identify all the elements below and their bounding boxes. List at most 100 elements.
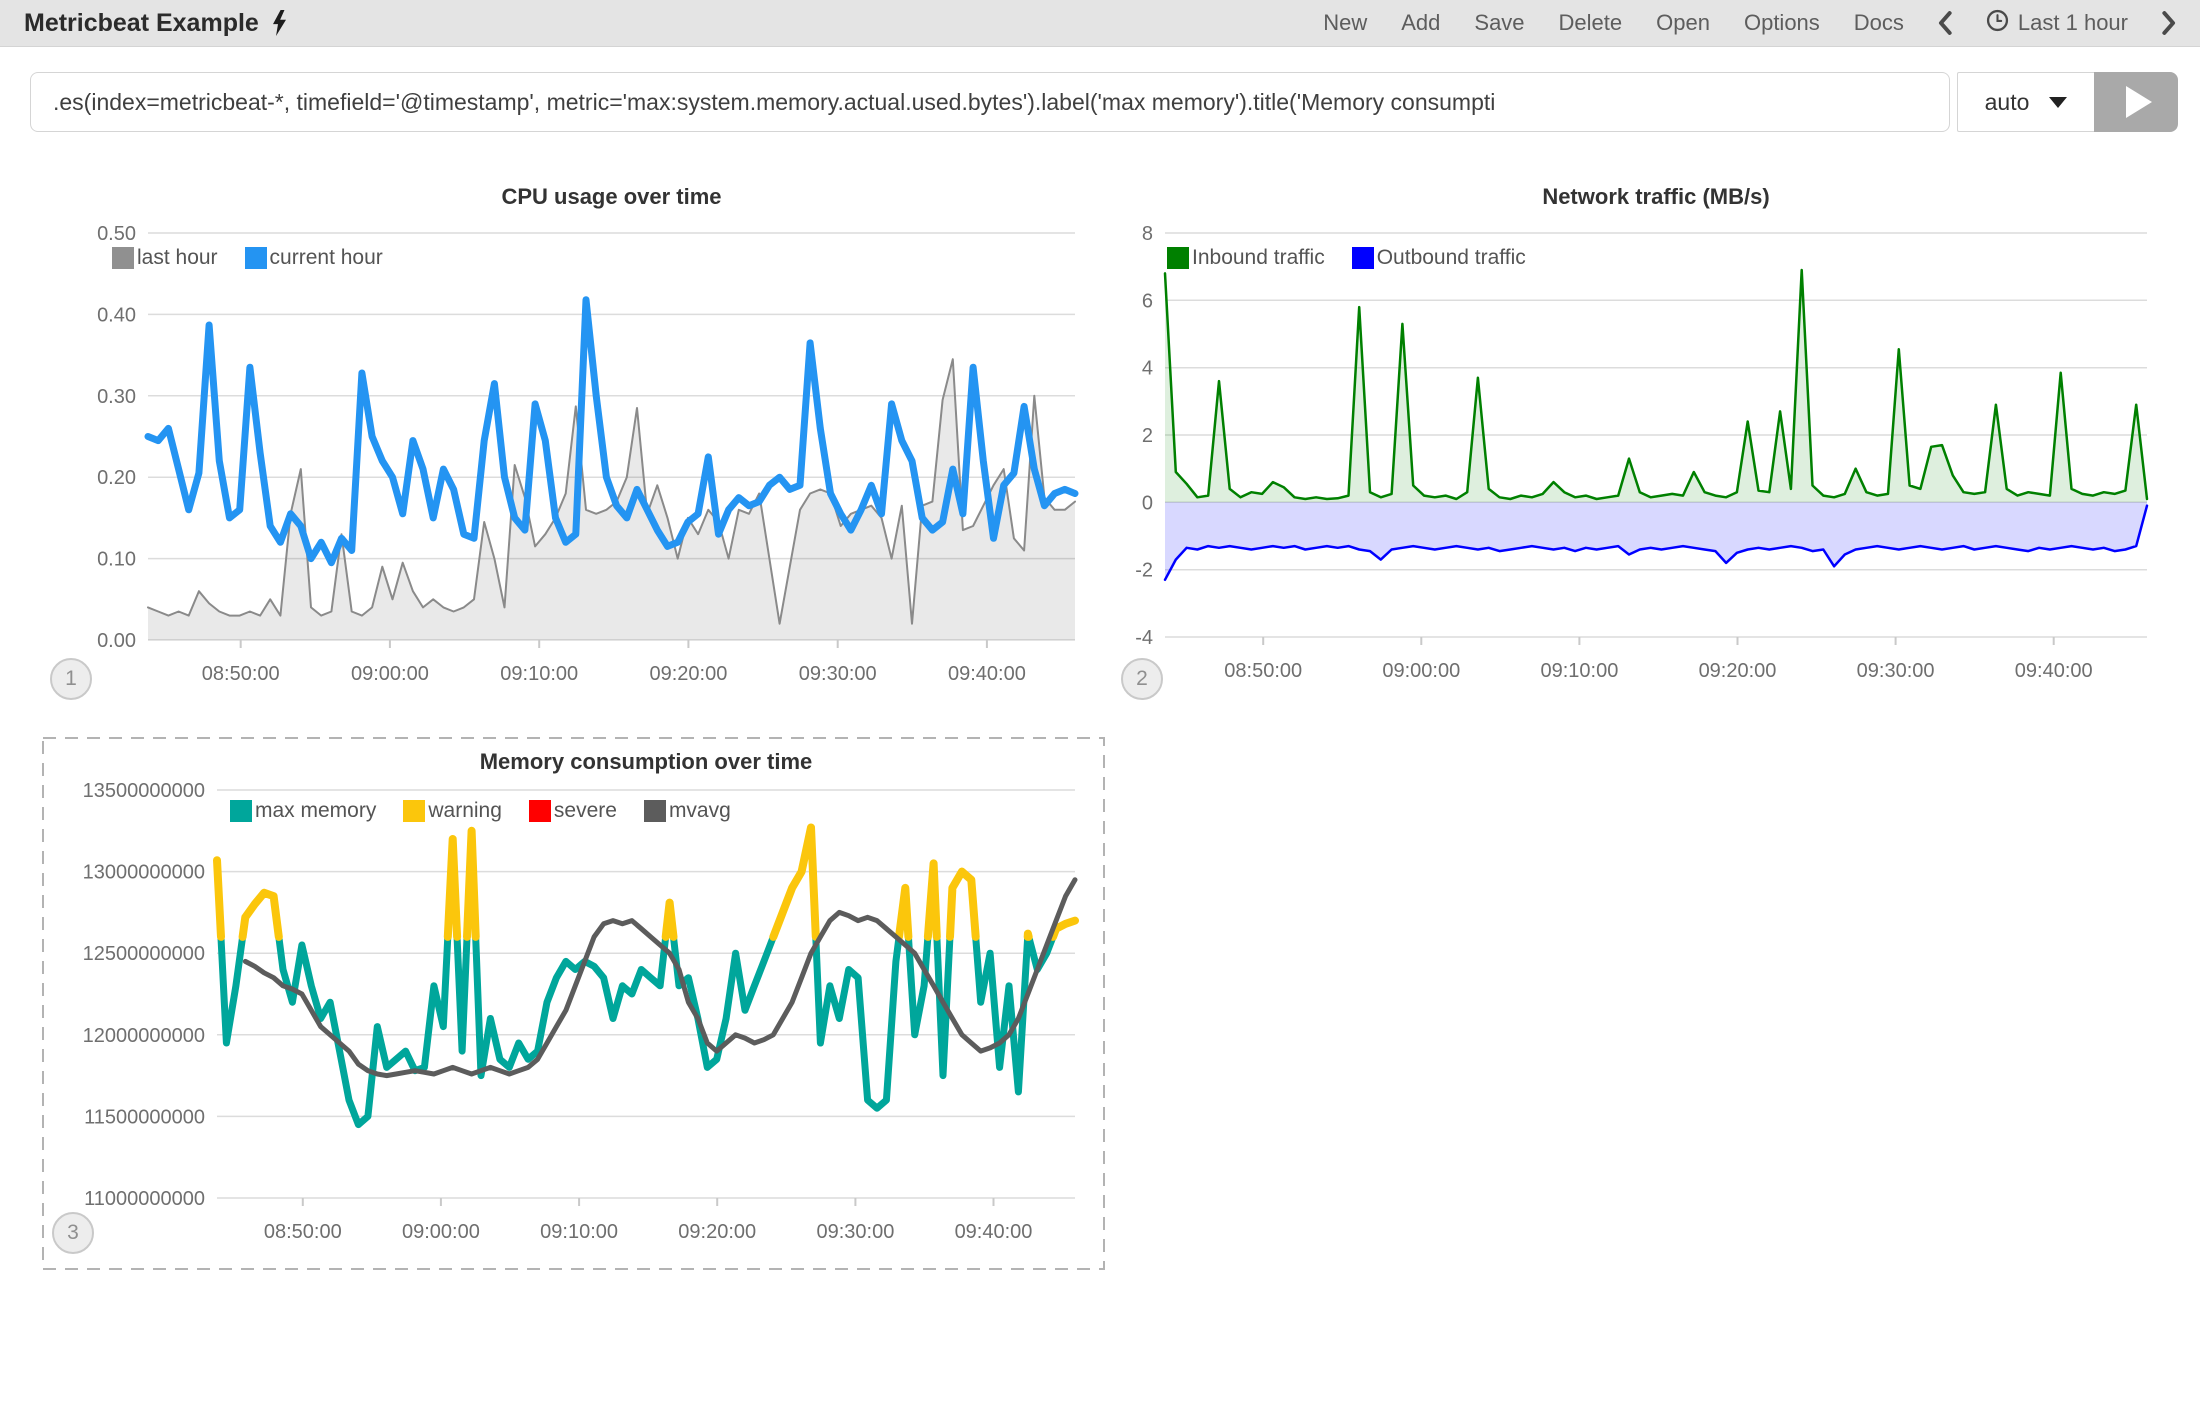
y-tick-label: 11000000000 — [84, 1188, 205, 1210]
time-picker[interactable]: Last 1 hour — [1986, 9, 2128, 38]
area-outbound-traffic — [1165, 502, 2147, 580]
x-tick-label: 09:10:00 — [500, 663, 578, 685]
timelion-expression-input[interactable] — [30, 72, 1950, 132]
chart-title: Network traffic (MB/s) — [1165, 184, 2147, 210]
legend-item-mvavg: mvavg — [644, 799, 731, 823]
legend-swatch — [245, 247, 267, 269]
chevron-down-icon — [2049, 97, 2067, 108]
y-tick-label: -4 — [1135, 627, 1153, 649]
menu-docs[interactable]: Docs — [1854, 10, 1904, 36]
network-chart-panel[interactable]: -4 -2 0 2 4 6 8 08:50:00 09:00:00 09:10:00 09:20:0… — [1115, 166, 2197, 711]
chart-legend: Inbound traffic Outbound traffic — [1167, 246, 1526, 270]
x-tick-label: 09:00:00 — [351, 663, 429, 685]
x-tick-label: 09:20:00 — [678, 1221, 756, 1243]
x-tick-label: 09:20:00 — [1699, 660, 1777, 682]
menu-open[interactable]: Open — [1656, 10, 1710, 36]
legend-item-max-memory: max memory — [230, 799, 376, 823]
cpu-chart-panel[interactable]: 0.00 0.10 0.20 0.30 0.40 0.50 08:50:00 09:00:00… — [30, 166, 1080, 711]
chart-legend: last hour current hour — [112, 246, 383, 270]
x-tick-label: 09:00:00 — [1382, 660, 1460, 682]
x-tick-label: 08:50:00 — [1224, 660, 1302, 682]
x-tick-label: 09:30:00 — [816, 1221, 894, 1243]
x-tick-label: 09:10:00 — [540, 1221, 618, 1243]
y-tick-label: 4 — [1142, 358, 1153, 380]
interval-select[interactable]: auto — [1957, 72, 2094, 132]
menu-options[interactable]: Options — [1744, 10, 1820, 36]
y-tick-label: 0 — [1142, 492, 1153, 514]
lightning-bolt-icon — [271, 10, 288, 36]
y-tick-label: 6 — [1142, 290, 1153, 312]
legend-item-severe: severe — [529, 799, 617, 823]
y-tick-label: 0.00 — [97, 630, 136, 652]
legend-item-current-hour: current hour — [245, 246, 383, 270]
y-tick-label: 13000000000 — [83, 862, 205, 884]
overlay-warning — [217, 828, 1075, 937]
legend-item-inbound-traffic: Inbound traffic — [1167, 246, 1325, 270]
legend-label: max memory — [255, 799, 376, 823]
legend-swatch — [403, 800, 425, 822]
y-tick-label: 0.40 — [97, 304, 136, 326]
legend-label: Inbound traffic — [1192, 246, 1325, 270]
x-tick-label: 08:50:00 — [202, 663, 280, 685]
y-tick-label: 13500000000 — [83, 780, 205, 802]
x-tick-label: 09:10:00 — [1540, 660, 1618, 682]
query-bar: auto — [30, 72, 2178, 132]
top-bar: Metricbeat Example New Add Save Delete O… — [0, 0, 2200, 47]
x-tick-label: 09:20:00 — [649, 663, 727, 685]
legend-label: warning — [428, 799, 502, 823]
panel-number-badge: 2 — [1121, 658, 1163, 700]
y-tick-label: 2 — [1142, 425, 1153, 447]
y-tick-label: 0.30 — [97, 386, 136, 408]
legend-swatch — [644, 800, 666, 822]
clock-icon — [1986, 9, 2009, 38]
top-menu: New Add Save Delete Open Options Docs La… — [1323, 9, 2176, 38]
menu-new[interactable]: New — [1323, 10, 1367, 36]
y-tick-label: 0.50 — [97, 223, 136, 245]
legend-label: Outbound traffic — [1377, 246, 1526, 270]
chevron-left-icon[interactable] — [1938, 11, 1952, 35]
x-tick-label: 09:30:00 — [1857, 660, 1935, 682]
legend-label: mvavg — [669, 799, 731, 823]
area-inbound-traffic — [1165, 270, 2147, 502]
x-tick-label: 09:00:00 — [402, 1221, 480, 1243]
x-tick-label: 09:40:00 — [2015, 660, 2093, 682]
chart-legend: max memory warning severe mvavg — [230, 799, 731, 823]
time-range-label: Last 1 hour — [2018, 10, 2128, 36]
x-tick-label: 08:50:00 — [264, 1221, 342, 1243]
legend-swatch — [112, 247, 134, 269]
y-tick-label: -2 — [1135, 560, 1153, 582]
x-tick-label: 09:40:00 — [948, 663, 1026, 685]
legend-swatch — [1167, 247, 1189, 269]
legend-swatch — [230, 800, 252, 822]
run-button[interactable] — [2094, 72, 2178, 132]
legend-label: severe — [554, 799, 617, 823]
play-icon — [2126, 86, 2152, 118]
legend-item-warning: warning — [403, 799, 502, 823]
sheet-title: Metricbeat Example — [24, 9, 259, 38]
y-tick-label: 0.10 — [97, 549, 136, 571]
panel-number-badge: 1 — [50, 658, 92, 700]
chevron-right-icon[interactable] — [2162, 11, 2176, 35]
y-tick-label: 8 — [1142, 223, 1153, 245]
legend-swatch — [1352, 247, 1374, 269]
timelion-app: Metricbeat Example New Add Save Delete O… — [0, 0, 2200, 1406]
x-tick-label: 09:30:00 — [799, 663, 877, 685]
legend-item-outbound-traffic: Outbound traffic — [1352, 246, 1526, 270]
menu-add[interactable]: Add — [1401, 10, 1440, 36]
legend-label: current hour — [270, 246, 383, 270]
legend-swatch — [529, 800, 551, 822]
menu-save[interactable]: Save — [1474, 10, 1524, 36]
y-tick-label: 12000000000 — [83, 1025, 205, 1047]
interval-value: auto — [1985, 89, 2030, 116]
legend-item-last-hour: last hour — [112, 246, 218, 270]
chart-title: CPU usage over time — [148, 184, 1075, 210]
y-tick-label: 0.20 — [97, 467, 136, 489]
y-tick-label: 11500000000 — [84, 1106, 205, 1128]
panel-number-badge: 3 — [52, 1212, 94, 1254]
y-tick-label: 12500000000 — [83, 943, 205, 965]
menu-delete[interactable]: Delete — [1559, 10, 1623, 36]
memory-chart-panel[interactable]: 11000000000 11500000000 12000000000 1250000… — [42, 737, 1105, 1270]
x-tick-label: 09:40:00 — [955, 1221, 1033, 1243]
legend-label: last hour — [137, 246, 218, 270]
chart-title: Memory consumption over time — [217, 749, 1075, 775]
